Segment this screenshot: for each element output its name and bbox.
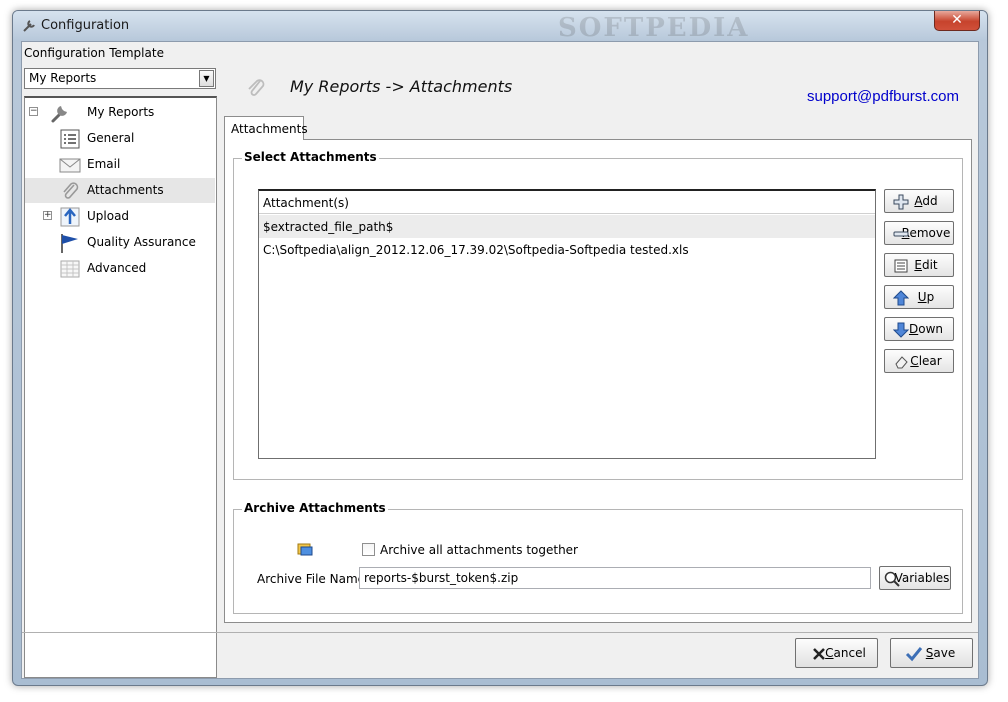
template-label: Configuration Template bbox=[24, 46, 164, 60]
wrench-icon bbox=[23, 20, 35, 32]
envelope-icon bbox=[59, 158, 81, 173]
tree-item-label: Upload bbox=[87, 209, 130, 223]
wrench-icon bbox=[51, 106, 67, 123]
attachments-tab-panel: Select Attachments Attachment(s) $extrac… bbox=[224, 139, 972, 623]
tree-item-general[interactable]: General bbox=[25, 126, 215, 151]
attachments-column-header[interactable]: Attachment(s) bbox=[259, 191, 875, 214]
upload-arrow-icon bbox=[60, 207, 80, 227]
tree-item-label: Advanced bbox=[87, 261, 147, 275]
template-select[interactable]: My Reports ▼ bbox=[24, 68, 216, 89]
down-button[interactable]: Down bbox=[884, 317, 954, 341]
close-button[interactable]: ✕ bbox=[934, 11, 980, 31]
support-email-link[interactable]: support@pdfburst.com bbox=[807, 88, 959, 105]
flag-icon bbox=[61, 234, 78, 253]
tree-item-attachments[interactable]: Attachments bbox=[25, 178, 215, 203]
tree-item-email[interactable]: Email bbox=[25, 152, 215, 177]
archive-attachments-title: Archive Attachments bbox=[242, 501, 388, 515]
client-area: Configuration Template My Reports ▼ − My… bbox=[21, 41, 979, 679]
footer-divider bbox=[22, 632, 978, 633]
grid-icon bbox=[60, 260, 80, 278]
eraser-icon bbox=[895, 356, 908, 369]
configuration-window: Configuration SOFTPEDIA ✕ Configuration … bbox=[12, 10, 988, 686]
tree-item-my-reports[interactable]: − My Reports bbox=[25, 100, 215, 125]
list-item[interactable]: $extracted_file_path$ bbox=[259, 215, 875, 238]
expand-icon[interactable]: + bbox=[43, 211, 52, 220]
tree-item-advanced[interactable]: Advanced bbox=[25, 256, 215, 281]
watermark: SOFTPEDIA bbox=[558, 13, 750, 43]
attachments-list[interactable]: Attachment(s) $extracted_file_path$ C:\S… bbox=[258, 189, 876, 459]
close-x-icon bbox=[813, 648, 825, 660]
config-tree: − My Reports General Email Attachments +… bbox=[24, 96, 217, 678]
window-title: Configuration bbox=[41, 18, 130, 33]
tree-item-label: My Reports bbox=[87, 105, 155, 119]
title-bar[interactable]: Configuration SOFTPEDIA ✕ bbox=[13, 11, 987, 43]
dropdown-arrow-icon[interactable]: ▼ bbox=[199, 70, 214, 87]
template-select-value: My Reports bbox=[29, 71, 97, 85]
plus-icon bbox=[893, 194, 909, 210]
arrow-down-icon bbox=[893, 322, 909, 338]
select-attachments-group: Select Attachments Attachment(s) $extrac… bbox=[233, 150, 963, 480]
up-button[interactable]: Up bbox=[884, 285, 954, 309]
edit-button[interactable]: Edit bbox=[884, 253, 954, 277]
tree-item-label: Email bbox=[87, 157, 121, 171]
page-title: My Reports -> Attachments bbox=[290, 77, 513, 96]
list-icon bbox=[60, 129, 80, 149]
archive-folder-icon bbox=[297, 543, 313, 556]
paperclip-icon bbox=[248, 79, 265, 96]
clear-button[interactable]: Clear bbox=[884, 349, 954, 373]
checkmark-icon bbox=[905, 647, 923, 662]
tree-item-label: Quality Assurance bbox=[87, 235, 196, 249]
tree-item-upload[interactable]: + Upload bbox=[25, 204, 215, 229]
archive-file-name-input[interactable]: reports-$burst_token$.zip bbox=[359, 567, 871, 589]
variables-button[interactable]: Variables bbox=[879, 566, 951, 590]
minus-icon bbox=[893, 231, 909, 237]
tab-attachments[interactable]: Attachments bbox=[224, 116, 308, 140]
tree-item-label: General bbox=[87, 131, 135, 145]
save-button[interactable]: Save bbox=[890, 638, 973, 668]
magnifier-icon bbox=[884, 571, 900, 587]
add-button[interactable]: Add bbox=[884, 189, 954, 213]
tree-item-quality-assurance[interactable]: Quality Assurance bbox=[25, 230, 215, 255]
arrow-up-icon bbox=[893, 290, 909, 306]
edit-list-icon bbox=[894, 259, 908, 273]
archive-file-name-label: Archive File Name bbox=[257, 572, 366, 586]
paperclip-icon bbox=[63, 182, 79, 199]
list-item[interactable]: C:\Softpedia\align_2012.12.06_17.39.02\S… bbox=[259, 238, 875, 261]
archive-together-label: Archive all attachments together bbox=[380, 543, 578, 557]
archive-together-checkbox[interactable] bbox=[362, 543, 375, 556]
cancel-button[interactable]: Cancel bbox=[795, 638, 878, 668]
collapse-icon[interactable]: − bbox=[29, 107, 38, 116]
remove-button[interactable]: Remove bbox=[884, 221, 954, 245]
tree-item-label: Attachments bbox=[87, 183, 164, 197]
select-attachments-title: Select Attachments bbox=[242, 150, 379, 164]
archive-attachments-group: Archive Attachments Archive all attachme… bbox=[233, 501, 963, 614]
